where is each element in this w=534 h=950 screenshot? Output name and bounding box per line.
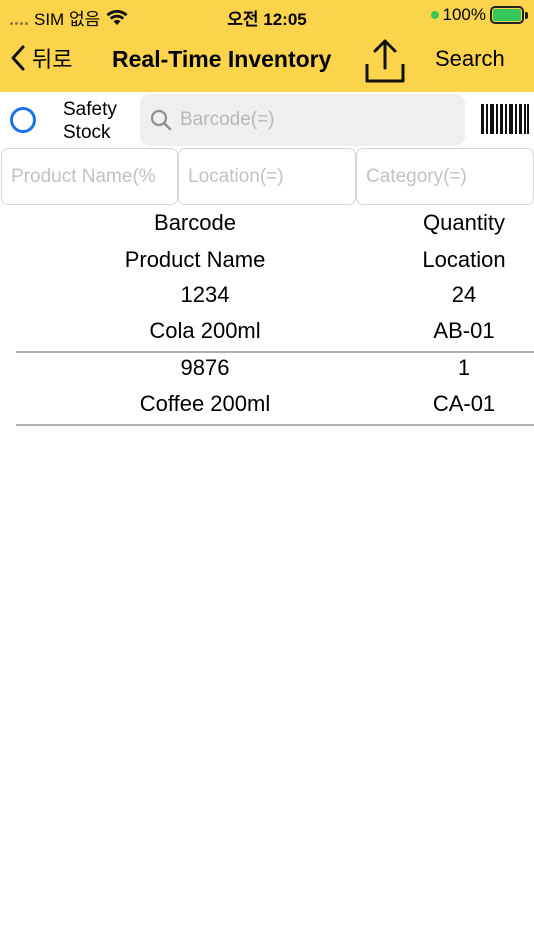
share-button[interactable] — [362, 38, 408, 84]
location-input[interactable] — [178, 148, 356, 205]
row-quantity: 24 — [451, 282, 477, 307]
search-button[interactable]: Search — [435, 46, 505, 72]
page-title: Real-Time Inventory — [112, 46, 332, 72]
row-divider — [16, 351, 534, 353]
row-barcode: 9876 — [180, 355, 230, 380]
app-header: SIM 없음 오전 12:05 100% 뒤로 Real-Time Invent… — [0, 0, 534, 92]
status-right: 100% — [430, 5, 528, 25]
barcode-input[interactable] — [180, 109, 440, 131]
navigation-bar: 뒤로 Real-Time Inventory Search — [0, 32, 534, 90]
battery-percent: 100% — [442, 5, 486, 24]
row-quantity: 1 — [457, 355, 471, 380]
row-location: CA-01 — [432, 391, 496, 416]
safety-stock-label: Safety Stock — [63, 98, 117, 144]
chevron-left-icon — [11, 45, 25, 71]
row-barcode: 1234 — [180, 282, 230, 307]
header-location: Location — [422, 247, 506, 272]
share-upload-icon — [365, 39, 405, 83]
search-icon — [150, 109, 172, 131]
category-input[interactable] — [356, 148, 534, 205]
header-barcode: Barcode — [154, 210, 236, 235]
barcode-scan-icon[interactable] — [481, 104, 529, 134]
row-product-name: Cola 200ml — [149, 318, 261, 343]
safety-stock-label-line2: Stock — [63, 122, 111, 143]
safety-stock-label-line1: Safety — [63, 99, 117, 120]
row-product-name: Coffee 200ml — [139, 391, 271, 416]
product-name-input[interactable] — [1, 148, 178, 205]
safety-stock-radio[interactable] — [10, 107, 36, 133]
header-product-name: Product Name — [124, 247, 266, 272]
battery-icon — [490, 6, 528, 24]
row-divider — [16, 424, 534, 426]
row-location: AB-01 — [433, 318, 495, 343]
barcode-search-box[interactable] — [140, 94, 465, 146]
status-bar: SIM 없음 오전 12:05 100% — [0, 0, 534, 30]
back-label: 뒤로 — [32, 47, 73, 72]
back-button[interactable]: 뒤로 — [10, 42, 72, 74]
header-quantity: Quantity — [423, 210, 505, 235]
privacy-indicator-icon — [430, 11, 439, 19]
